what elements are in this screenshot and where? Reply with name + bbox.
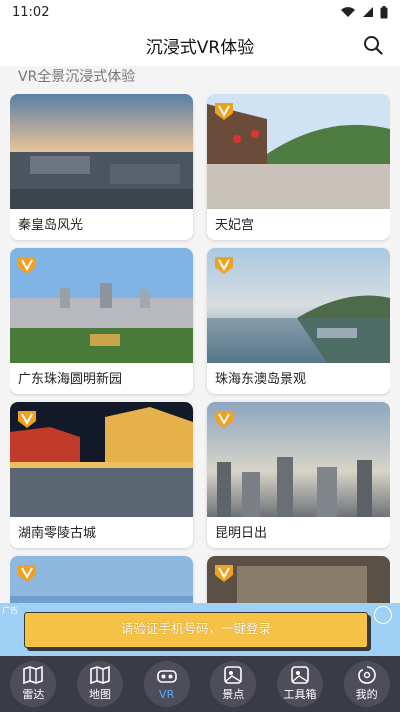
vr-badge-icon	[215, 257, 233, 274]
card-title: 珠海东澳岛景观	[215, 372, 307, 387]
map-icon	[90, 666, 110, 684]
profile-icon	[357, 666, 376, 684]
tab-scenic[interactable]: 景点	[210, 661, 257, 707]
card-title: 昆明日出	[215, 526, 268, 541]
vr-badge-icon	[18, 565, 36, 582]
toolbox-icon	[291, 666, 309, 684]
phone-login-button[interactable]: 请验证手机号码，一键登录	[24, 612, 368, 648]
scene-card[interactable]: 天妃宫	[207, 94, 390, 240]
scene-card[interactable]: 秦皇岛风光	[10, 94, 193, 240]
signal-icon	[363, 7, 373, 17]
map-icon	[23, 666, 44, 684]
tab-label: 工具箱	[283, 688, 317, 701]
scene-grid: 秦皇岛风光 天妃宫 广东珠海圆明新园 珠海东澳岛景观 湖南零陵古城 昆明日出	[10, 94, 390, 610]
vr-badge-icon	[215, 103, 233, 120]
scene-image	[10, 94, 193, 209]
tab-map[interactable]: 地图	[76, 661, 123, 707]
tab-profile[interactable]: 我的	[343, 661, 390, 707]
app-bar: 沉浸式VR体验	[0, 24, 400, 66]
phone-login-label: 请验证手机号码，一键登录	[120, 621, 271, 636]
ad-label: 广告	[2, 606, 18, 615]
scene-card[interactable]: 珠海东澳岛景观	[207, 248, 390, 394]
scene-card[interactable]	[10, 556, 193, 610]
vr-badge-icon	[18, 411, 36, 428]
card-title: 广东珠海圆明新园	[18, 372, 123, 387]
tab-label: VR	[159, 687, 175, 701]
login-promo-banner: 广告 请验证手机号码，一键登录	[0, 603, 400, 656]
scene-card[interactable]: 广东珠海圆明新园	[10, 248, 193, 394]
scenic-icon	[224, 666, 243, 684]
scene-card[interactable]: 昆明日出	[207, 402, 390, 548]
card-title: 天妃宫	[215, 218, 255, 233]
tab-label: 景点	[222, 688, 245, 701]
scene-card[interactable]	[207, 556, 390, 610]
tab-vr[interactable]: VR	[143, 661, 190, 707]
tab-label: 地图	[88, 688, 111, 701]
vr-badge-icon	[215, 565, 233, 582]
card-title: 秦皇岛风光	[18, 218, 84, 233]
tab-label: 我的	[355, 688, 378, 701]
tab-toolbox[interactable]: 工具箱	[276, 661, 323, 707]
status-bar: 11:02	[0, 0, 400, 24]
bottom-tab-bar: 雷达 地图 VR 景点 工具箱 我的	[0, 656, 400, 712]
page-title: 沉浸式VR体验	[145, 37, 255, 58]
status-time: 11:02	[12, 4, 50, 20]
status-icons	[340, 5, 388, 19]
card-title: 湖南零陵古城	[18, 526, 97, 541]
scene-card[interactable]: 湖南零陵古城	[10, 402, 193, 548]
section-title: VR全景沉浸式体验	[18, 69, 136, 85]
vr-badge-icon	[18, 257, 36, 274]
search-icon[interactable]	[362, 34, 384, 56]
vr-badge-icon	[215, 411, 233, 428]
vr-icon	[156, 669, 177, 683]
wifi-icon	[341, 7, 355, 17]
close-promo-icon[interactable]	[374, 606, 392, 624]
tab-label: 雷达	[22, 688, 45, 701]
tab-radar[interactable]: 雷达	[10, 661, 57, 707]
battery-icon	[380, 5, 388, 18]
